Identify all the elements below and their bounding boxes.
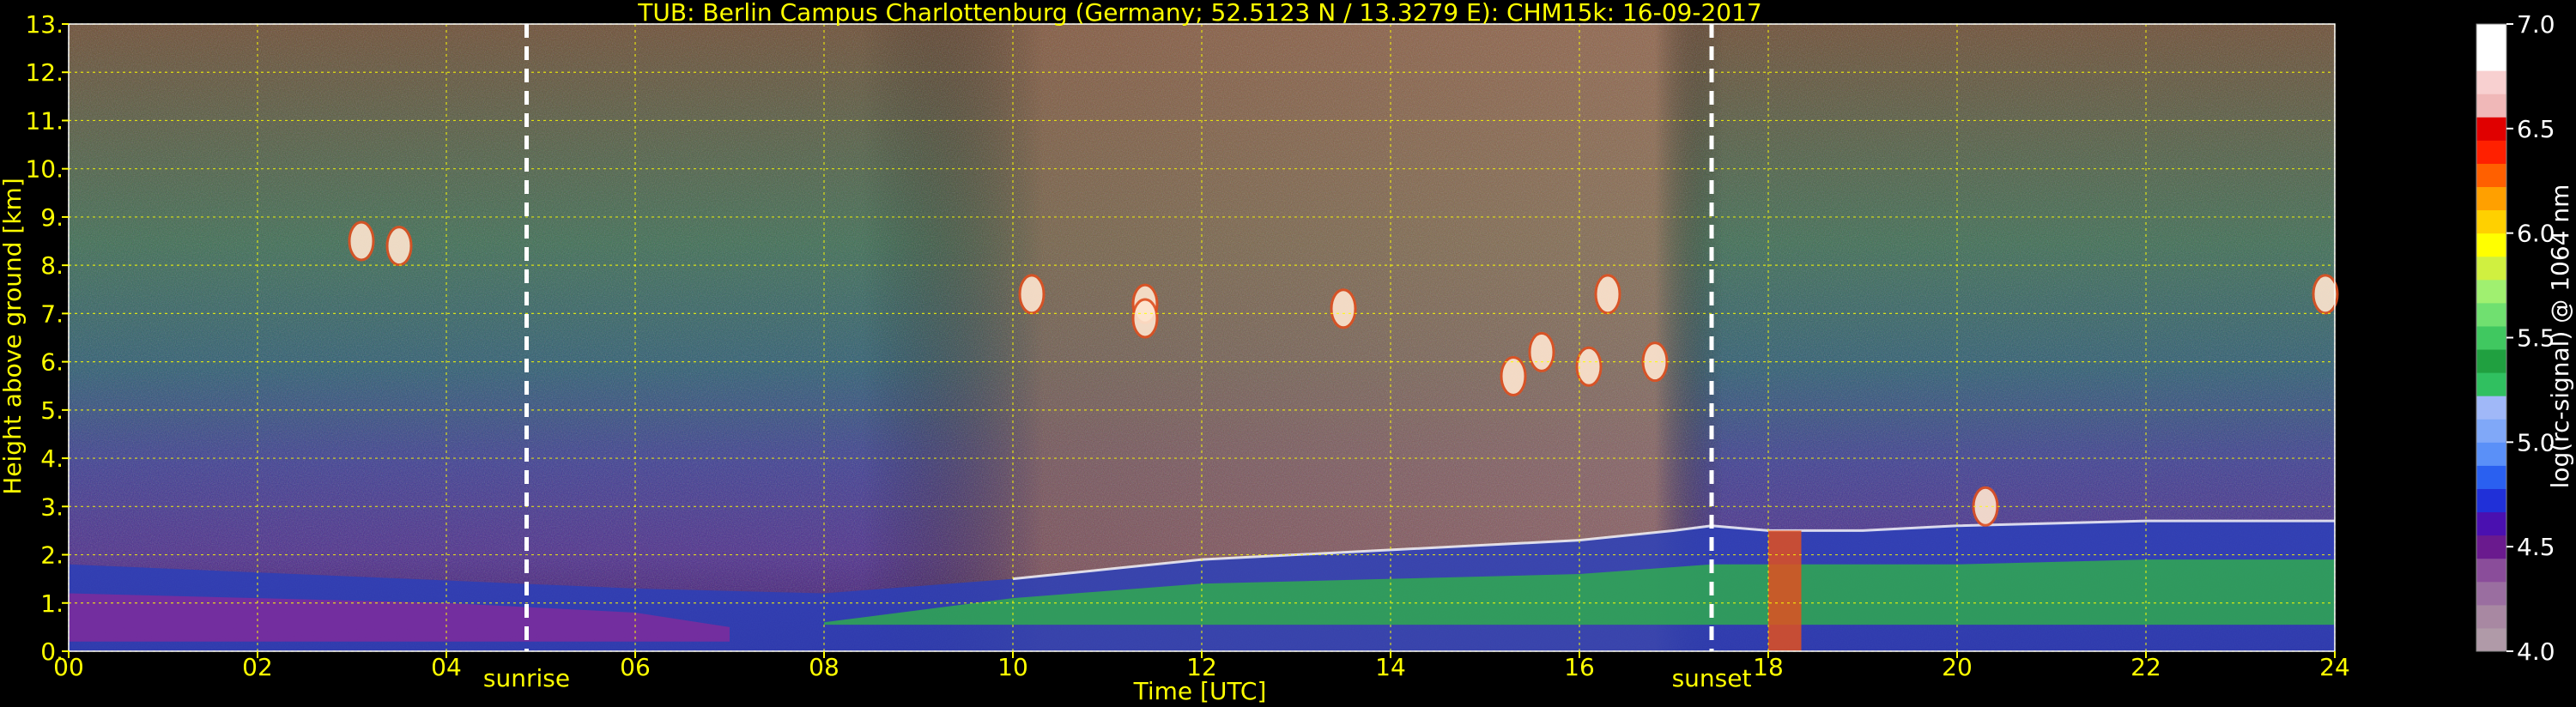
colorbar-segment — [2476, 47, 2506, 71]
colorbar-segment — [2476, 279, 2506, 304]
colorbar-segment — [2476, 302, 2506, 327]
colorbar-segment — [2476, 442, 2506, 466]
colorbar: 4.04.55.05.56.06.57.0 — [2476, 10, 2555, 666]
y-axis-label: Height above ground [km] — [0, 178, 27, 495]
colorbar-segment — [2476, 396, 2506, 420]
y-tick-label: 11. — [25, 106, 64, 135]
x-tick-label: 20 — [1942, 653, 1973, 681]
sunrise-label: sunrise — [483, 664, 570, 692]
sunset-label: sunset — [1672, 664, 1752, 692]
colorbar-segment — [2476, 465, 2506, 489]
cloud-patch — [385, 226, 413, 267]
cloud-patch — [1330, 288, 1357, 329]
cloud-patch — [1575, 346, 1603, 387]
colorbar-segment — [2476, 209, 2506, 234]
y-tick-label: 7. — [40, 299, 64, 328]
colorbar-segment — [2476, 488, 2506, 513]
y-tick-label: 3. — [40, 492, 64, 521]
x-tick-label: 06 — [620, 653, 651, 681]
colorbar-segment — [2476, 535, 2506, 559]
colorbar-segment — [2476, 372, 2506, 396]
colorbar-segment — [2476, 94, 2506, 118]
cloud-patch — [1500, 355, 1527, 396]
y-tick-label: 6. — [40, 348, 64, 377]
colorbar-segment — [2476, 256, 2506, 281]
cloud-patch — [1528, 331, 1555, 372]
colorbar-label: log(rc-signal) @ 1064 nm — [2546, 184, 2574, 489]
colorbar-segment — [2476, 186, 2506, 211]
colorbar-segment — [2476, 233, 2506, 257]
y-tick-label: 13. — [25, 10, 64, 39]
precipitation-streak — [1768, 530, 1802, 651]
colorbar-segment — [2476, 581, 2506, 606]
colorbar-segment — [2476, 24, 2506, 48]
y-tick-label: 12. — [25, 58, 64, 87]
x-tick-label: 16 — [1564, 653, 1595, 681]
x-tick-label: 24 — [2319, 653, 2350, 681]
colorbar-segment — [2476, 604, 2506, 629]
x-tick-label: 10 — [997, 653, 1028, 681]
cloud-patch — [1018, 274, 1046, 315]
y-tick-label: 4. — [40, 444, 64, 473]
colorbar-segment — [2476, 117, 2506, 141]
ceilometer-chart: sunrise sunset 00 02 04 06 08 10 12 14 16 18 20 22 24… — [0, 0, 2574, 705]
y-tick-label: 2. — [40, 541, 64, 570]
x-tick-label: 18 — [1753, 653, 1784, 681]
y-tick-label: 9. — [40, 203, 64, 232]
colorbar-segment — [2476, 627, 2506, 652]
colorbar-segment — [2476, 163, 2506, 188]
x-axis-label: Time [UTC] — [1133, 677, 1267, 705]
colorbar-tick-label: 6.5 — [2517, 115, 2555, 143]
y-tick-label: 8. — [40, 251, 64, 280]
x-tick-label: 14 — [1375, 653, 1406, 681]
colorbar-tick-label: 4.5 — [2517, 533, 2555, 561]
x-tick-label: 22 — [2131, 653, 2161, 681]
colorbar-tick-label: 7.0 — [2517, 10, 2555, 39]
y-tick-label: 1. — [40, 589, 64, 618]
chart-title: TUB: Berlin Campus Charlottenburg (Germa… — [637, 0, 1761, 27]
colorbar-segment — [2476, 349, 2506, 373]
y-tick-label: 5. — [40, 396, 64, 425]
cloud-patch — [2312, 274, 2339, 315]
cloud-patch — [1594, 274, 1621, 315]
cloud-patch — [1131, 298, 1159, 339]
x-tick-label: 02 — [242, 653, 273, 681]
colorbar-segment — [2476, 140, 2506, 164]
colorbar-segment — [2476, 558, 2506, 583]
colorbar-segment — [2476, 70, 2506, 94]
colorbar-segment — [2476, 511, 2506, 536]
colorbar-segment — [2476, 325, 2506, 350]
plot-area — [69, 24, 2339, 651]
y-tick-label: 0. — [40, 638, 64, 666]
x-tick-label: 04 — [431, 653, 462, 681]
x-tick-label: 08 — [809, 653, 839, 681]
cloud-patch — [348, 221, 375, 262]
colorbar-tick-label: 4.0 — [2517, 638, 2555, 666]
colorbar-segment — [2476, 419, 2506, 443]
y-tick-label: 10. — [25, 155, 64, 184]
